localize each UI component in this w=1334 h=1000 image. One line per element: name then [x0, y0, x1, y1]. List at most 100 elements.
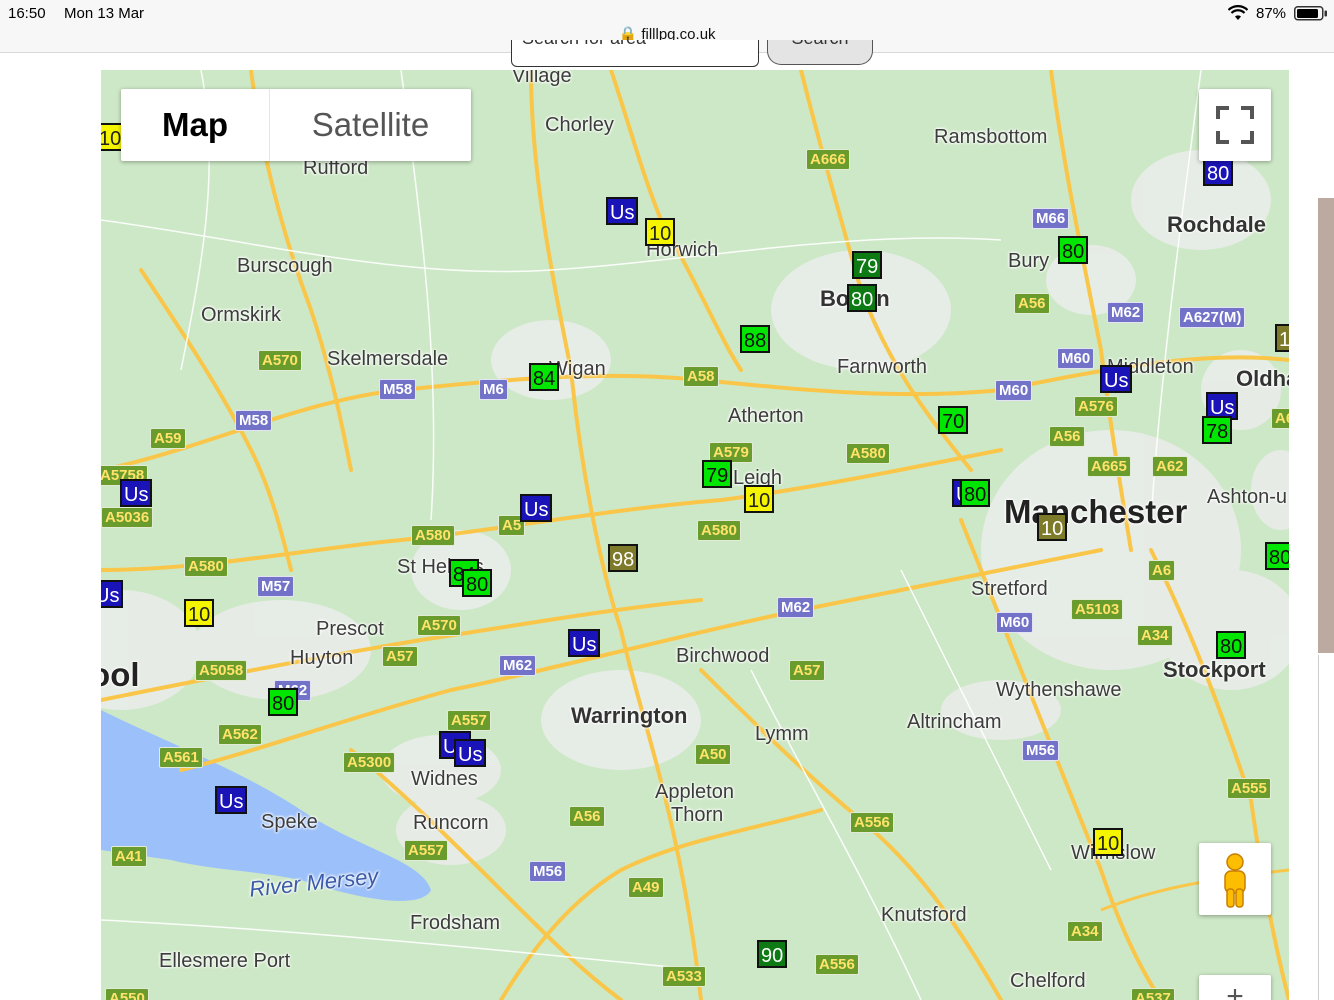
fuel-marker[interactable]: 79: [702, 460, 733, 488]
road-label: M60: [995, 380, 1033, 401]
road-label: A550: [105, 988, 149, 1000]
fuel-marker[interactable]: 10: [1037, 513, 1068, 541]
fuel-marker[interactable]: 10: [184, 599, 215, 627]
fuel-marker[interactable]: 80: [462, 569, 493, 597]
place-label: Knutsford: [881, 904, 967, 926]
fuel-marker[interactable]: Us: [454, 739, 487, 767]
road-label: A41: [111, 846, 147, 867]
road-label: A57: [789, 660, 825, 681]
road-label: M58: [235, 410, 273, 431]
place-label: Chelford: [1010, 970, 1086, 992]
fuel-marker[interactable]: 78: [1202, 416, 1233, 444]
road-label: A5036: [101, 507, 154, 528]
place-label: Wythenshawe: [996, 679, 1122, 701]
place-label: Chorley: [545, 114, 614, 136]
place-label: Runcorn: [413, 812, 489, 834]
fullscreen-button[interactable]: [1199, 89, 1271, 161]
fuel-marker[interactable]: Us: [568, 629, 601, 657]
wifi-icon: [1227, 5, 1249, 26]
road-label: A62: [1271, 408, 1289, 429]
road-label: M57: [257, 576, 295, 597]
place-label: Ellesmere Port: [159, 950, 291, 972]
place-label: Bury: [1008, 250, 1050, 272]
road-label: A59: [150, 428, 186, 449]
fuel-marker[interactable]: 10: [645, 218, 676, 246]
fuel-marker[interactable]: 98: [608, 544, 639, 572]
road-label: M62: [777, 597, 815, 618]
place-label: Liverpool: [101, 656, 140, 693]
place-label: Oldham: [1236, 366, 1289, 391]
road-label: A5103: [1071, 599, 1124, 620]
fuel-marker[interactable]: Us: [520, 494, 553, 522]
place-label: Manchester: [1004, 493, 1188, 530]
map-type-satellite-button[interactable]: Satellite: [270, 89, 471, 161]
road-label: M60: [996, 612, 1034, 633]
place-label: Warrington: [571, 703, 688, 728]
fuel-marker[interactable]: Us: [1100, 365, 1133, 393]
road-label: A570: [417, 615, 461, 636]
fuel-marker[interactable]: Us: [606, 197, 639, 225]
fuel-marker[interactable]: 90: [757, 940, 788, 968]
fuel-marker[interactable]: Us: [101, 580, 124, 608]
fuel-marker[interactable]: 79: [852, 251, 883, 279]
fuel-marker[interactable]: Us: [215, 786, 248, 814]
search-button-label: Search: [768, 40, 872, 49]
road-label: A580: [697, 520, 741, 541]
road-label: A34: [1137, 625, 1173, 646]
road-label: A556: [850, 812, 894, 833]
fuel-marker[interactable]: 10: [1275, 324, 1289, 352]
fuel-marker[interactable]: 10: [1093, 828, 1124, 856]
zoom-in-button[interactable]: +: [1199, 975, 1271, 1000]
street-view-pegman-button[interactable]: [1199, 843, 1271, 915]
road-label: M58: [379, 379, 417, 400]
pegman-icon: [1224, 853, 1246, 908]
road-label: A562: [218, 724, 262, 745]
road-label: A556: [815, 954, 859, 975]
map-type-map-button[interactable]: Map: [121, 89, 269, 161]
fuel-marker[interactable]: 80: [1058, 236, 1089, 264]
road-label: A665: [1087, 456, 1131, 477]
place-label: Frodsham: [410, 912, 501, 934]
place-label: Stretford: [971, 578, 1048, 600]
fuel-marker[interactable]: 80: [1265, 542, 1289, 570]
road-label: A580: [411, 525, 455, 546]
place-label: Thorn: [671, 804, 724, 826]
road-label: A627(M): [1179, 307, 1246, 328]
status-time: 16:50: [8, 5, 46, 22]
road-label: A49: [628, 877, 664, 898]
road-label: A57: [382, 646, 418, 667]
fuel-marker[interactable]: 70: [938, 406, 969, 434]
fuel-marker[interactable]: 80: [1216, 631, 1247, 659]
search-input[interactable]: Search for area: [511, 40, 759, 67]
road-label: M62: [499, 655, 537, 676]
search-placeholder: Search for area: [512, 40, 758, 49]
fuel-marker[interactable]: 84: [529, 363, 560, 391]
side-panel-edge: [1318, 655, 1334, 1000]
place-label: Stockport: [1163, 657, 1266, 682]
fuel-marker[interactable]: 10: [744, 485, 775, 513]
road-label: M56: [529, 861, 567, 882]
road-label: A557: [447, 710, 491, 731]
road-label: A570: [258, 350, 302, 371]
status-date: Mon 13 Mar: [64, 5, 145, 22]
road-label: M62: [1107, 302, 1145, 323]
fuel-marker[interactable]: 80: [847, 284, 878, 312]
fuel-marker[interactable]: 88: [740, 325, 771, 353]
fullscreen-icon: [1216, 106, 1254, 144]
map-view[interactable]: Village Chorley Rufford Ramsbottom Rochd…: [101, 70, 1289, 1000]
side-panel-edge: [1318, 198, 1334, 653]
place-label: Burscough: [237, 255, 333, 277]
road-label: A666: [806, 149, 850, 170]
road-label: A5300: [343, 752, 396, 773]
road-label: A580: [184, 556, 228, 577]
place-label: Atherton: [728, 405, 804, 427]
fuel-marker[interactable]: 80: [1203, 158, 1234, 186]
map-type-control: Map Satellite: [121, 89, 471, 161]
place-label: Widnes: [411, 768, 478, 790]
fuel-marker[interactable]: 80: [960, 479, 991, 507]
fuel-marker[interactable]: 80: [268, 688, 299, 716]
search-button[interactable]: Search: [767, 40, 873, 65]
fuel-marker[interactable]: Us: [120, 479, 153, 507]
road-label: A5058: [195, 660, 248, 681]
place-label: Altrincham: [907, 711, 1002, 733]
